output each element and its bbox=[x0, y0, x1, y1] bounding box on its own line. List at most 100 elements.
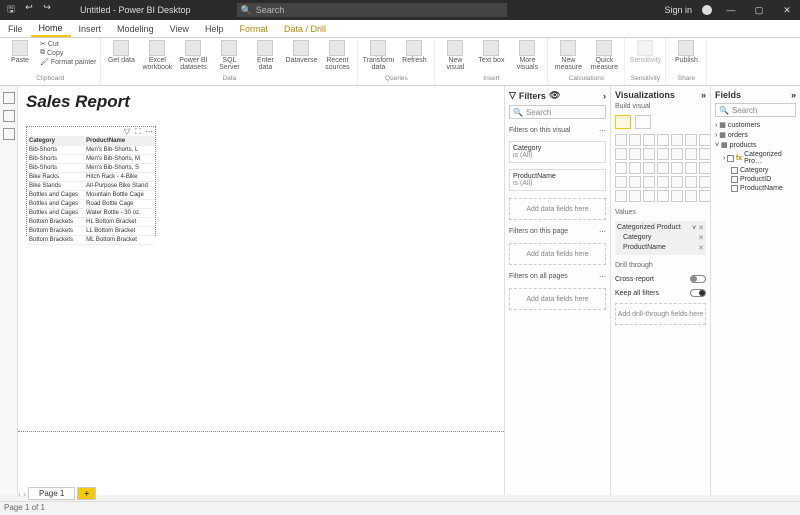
viz-type-30[interactable] bbox=[643, 190, 655, 202]
more-icon[interactable]: ⋯ bbox=[599, 127, 606, 135]
field-productname[interactable]: ProductName bbox=[715, 184, 796, 193]
dataverse-button[interactable]: Dataverse bbox=[285, 40, 317, 64]
viz-type-0[interactable] bbox=[615, 134, 627, 146]
quick-measure-button[interactable]: Quick measure bbox=[588, 40, 620, 71]
viz-type-19[interactable] bbox=[685, 162, 697, 174]
viz-type-29[interactable] bbox=[629, 190, 641, 202]
global-search[interactable]: 🔍 Search bbox=[237, 3, 507, 17]
viz-type-27[interactable] bbox=[699, 176, 710, 188]
field-categorized-product[interactable]: › fx Categorized Pro… bbox=[715, 150, 796, 166]
tab-format[interactable]: Format bbox=[231, 20, 276, 37]
viz-type-4[interactable] bbox=[671, 134, 683, 146]
viz-type-28[interactable] bbox=[615, 190, 627, 202]
more-options-icon[interactable]: ⋯ bbox=[145, 127, 153, 136]
recent-sources-button[interactable]: Recent sources bbox=[321, 40, 353, 71]
cross-report-toggle[interactable] bbox=[690, 275, 706, 283]
filter-icon[interactable]: ▽ bbox=[123, 127, 131, 136]
build-visual-tab[interactable] bbox=[615, 115, 631, 129]
paste-button[interactable]: Paste bbox=[4, 40, 36, 64]
format-painter-button[interactable]: 🖌 Format painter bbox=[40, 58, 96, 66]
signin-link[interactable]: Sign in bbox=[664, 5, 692, 15]
viz-type-25[interactable] bbox=[671, 176, 683, 188]
viz-type-33[interactable] bbox=[685, 190, 697, 202]
viz-type-20[interactable] bbox=[699, 162, 710, 174]
add-page-button[interactable]: + bbox=[77, 487, 96, 500]
show-filters-icon[interactable]: 👁 bbox=[549, 90, 560, 101]
collapse-fields-icon[interactable]: » bbox=[791, 90, 796, 100]
viz-type-8[interactable] bbox=[629, 148, 641, 160]
table-customers[interactable]: › ▦ customers bbox=[715, 120, 796, 130]
drillthrough-drop[interactable]: Add drill-through fields here bbox=[615, 303, 706, 325]
redo-icon[interactable]: ↪ bbox=[40, 2, 54, 18]
minimize-button[interactable]: — bbox=[722, 5, 740, 15]
tab-data-drill[interactable]: Data / Drill bbox=[276, 20, 334, 37]
publish-button[interactable]: Publish bbox=[670, 40, 702, 64]
avatar[interactable] bbox=[702, 5, 712, 15]
next-page-icon[interactable]: › bbox=[23, 489, 26, 499]
viz-type-15[interactable] bbox=[629, 162, 641, 174]
report-canvas[interactable]: Sales Report ▽ ⛶ ⋯ CategoryProductNameBi… bbox=[18, 86, 504, 495]
close-button[interactable]: ✕ bbox=[778, 5, 796, 16]
viz-type-24[interactable] bbox=[657, 176, 669, 188]
all-pages-filter-drop[interactable]: Add data fields here bbox=[509, 288, 606, 310]
enter-data-button[interactable]: Enter data bbox=[249, 40, 281, 71]
viz-type-21[interactable] bbox=[615, 176, 627, 188]
remove-field-icon[interactable]: ✕ bbox=[698, 225, 704, 232]
viz-type-31[interactable] bbox=[657, 190, 669, 202]
excel-button[interactable]: Excel workbook bbox=[141, 40, 173, 71]
tab-home[interactable]: Home bbox=[31, 20, 71, 37]
viz-type-2[interactable] bbox=[643, 134, 655, 146]
get-data-button[interactable]: Get data bbox=[105, 40, 137, 64]
tab-insert[interactable]: Insert bbox=[71, 20, 110, 37]
viz-type-10[interactable] bbox=[657, 148, 669, 160]
table-products[interactable]: ˅ ▦ products bbox=[715, 140, 796, 150]
more-icon[interactable]: ⋯ bbox=[599, 228, 606, 236]
viz-type-7[interactable] bbox=[615, 148, 627, 160]
viz-type-32[interactable] bbox=[671, 190, 683, 202]
filter-card-category[interactable]: Categoryis (All) bbox=[509, 141, 606, 163]
page-filter-drop[interactable]: Add data fields here bbox=[509, 243, 606, 265]
page-tab-1[interactable]: Page 1 bbox=[28, 487, 75, 500]
viz-type-18[interactable] bbox=[671, 162, 683, 174]
pbi-datasets-button[interactable]: Power BI datasets bbox=[177, 40, 209, 71]
viz-type-13[interactable] bbox=[699, 148, 710, 160]
tab-file[interactable]: File bbox=[0, 20, 31, 37]
format-visual-tab[interactable] bbox=[635, 115, 651, 129]
viz-type-6[interactable] bbox=[699, 134, 710, 146]
data-view-icon[interactable] bbox=[3, 110, 15, 122]
sensitivity-button[interactable]: Sensitivity bbox=[629, 40, 661, 64]
field-category[interactable]: Category bbox=[715, 166, 796, 175]
focus-icon[interactable]: ⛶ bbox=[134, 127, 142, 136]
more-icon[interactable]: ⋯ bbox=[599, 273, 606, 281]
refresh-button[interactable]: Refresh bbox=[398, 40, 430, 64]
more-visuals-button[interactable]: More visuals bbox=[511, 40, 543, 71]
tab-help[interactable]: Help bbox=[197, 20, 232, 37]
viz-type-17[interactable] bbox=[657, 162, 669, 174]
model-view-icon[interactable] bbox=[3, 128, 15, 140]
viz-type-34[interactable] bbox=[699, 190, 710, 202]
viz-type-9[interactable] bbox=[643, 148, 655, 160]
viz-type-11[interactable] bbox=[671, 148, 683, 160]
undo-icon[interactable]: ↩ bbox=[22, 2, 36, 18]
viz-type-5[interactable] bbox=[685, 134, 697, 146]
filters-search[interactable]: 🔍Search bbox=[509, 105, 606, 119]
cut-button[interactable]: ✂ Cut bbox=[40, 40, 96, 48]
field-productid[interactable]: ProductID bbox=[715, 175, 796, 184]
values-well[interactable]: Categorized Product˅ ✕ Category✕ Product… bbox=[615, 221, 706, 255]
keep-filters-toggle[interactable] bbox=[690, 289, 706, 297]
save-icon[interactable]: 🖫 bbox=[4, 2, 18, 18]
new-visual-button[interactable]: New visual bbox=[439, 40, 471, 71]
fields-search[interactable]: 🔍Search bbox=[715, 103, 796, 117]
text-box-button[interactable]: Text box bbox=[475, 40, 507, 64]
remove-field-icon[interactable]: ✕ bbox=[698, 244, 704, 252]
prev-page-icon[interactable]: ‹ bbox=[18, 489, 21, 499]
viz-type-22[interactable] bbox=[629, 176, 641, 188]
filter-card-productname[interactable]: ProductNameis (All) bbox=[509, 169, 606, 191]
tab-modeling[interactable]: Modeling bbox=[109, 20, 162, 37]
sql-server-button[interactable]: SQL Server bbox=[213, 40, 245, 71]
viz-type-1[interactable] bbox=[629, 134, 641, 146]
collapse-viz-icon[interactable]: » bbox=[701, 90, 706, 100]
report-view-icon[interactable] bbox=[3, 92, 15, 104]
transform-data-button[interactable]: Transform data bbox=[362, 40, 394, 71]
new-measure-button[interactable]: New measure bbox=[552, 40, 584, 71]
